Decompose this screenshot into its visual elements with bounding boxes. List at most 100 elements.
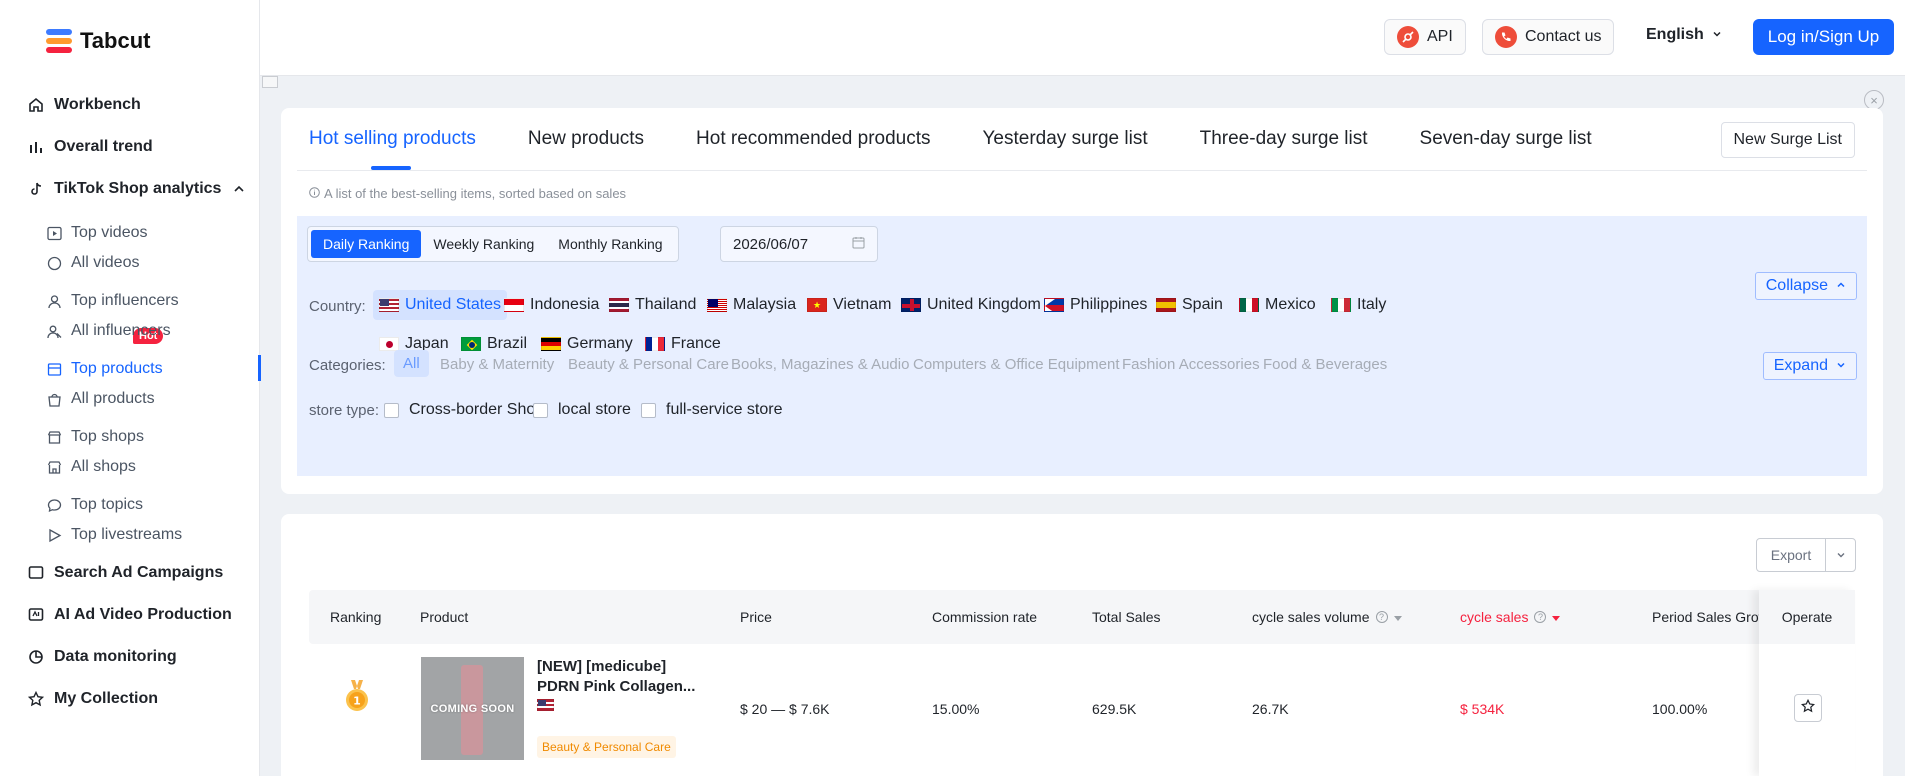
country-name: United Kingdom: [927, 296, 1041, 313]
user-icon: [46, 293, 62, 309]
sidebar-item-tiktok-shop-analytics[interactable]: TikTok Shop analytics: [28, 180, 247, 198]
collapse-label: Collapse: [1765, 277, 1828, 294]
sidebar-item-label: Top topics: [71, 496, 144, 513]
column-period-sales-growth: Period Sales Grow: [1652, 609, 1769, 625]
country-name: Spain: [1182, 296, 1223, 313]
country-spain[interactable]: Spain: [1150, 290, 1229, 320]
play-icon: [46, 527, 62, 543]
sidebar-item-workbench[interactable]: Workbench: [28, 96, 141, 114]
country-italy[interactable]: Italy: [1325, 290, 1392, 320]
country-name: Italy: [1357, 296, 1387, 313]
logo[interactable]: Tabcut: [46, 28, 150, 54]
country-name: United States: [405, 296, 502, 313]
tab-yesterday-surge-list[interactable]: Yesterday surge list: [983, 108, 1148, 170]
category-computers-office[interactable]: Computers & Office Equipment: [913, 356, 1119, 373]
checkbox[interactable]: [533, 402, 548, 418]
category-food-beverages[interactable]: Food & Beverages: [1263, 356, 1387, 373]
export-button[interactable]: Export: [1756, 538, 1856, 572]
sidebar-item-data-monitoring[interactable]: Data monitoring: [28, 648, 177, 666]
us-flag-icon: [537, 699, 554, 711]
tab-hot-selling-products[interactable]: Hot selling products: [309, 108, 476, 170]
banner-image: [262, 76, 278, 88]
weekly-ranking-button[interactable]: Weekly Ranking: [421, 230, 546, 258]
vn-flag-icon: ★: [807, 298, 827, 312]
category-baby-maternity[interactable]: Baby & Maternity: [440, 356, 554, 373]
tab-hot-recommended-products[interactable]: Hot recommended products: [696, 108, 930, 170]
country-united-kingdom[interactable]: United Kingdom: [895, 290, 1047, 320]
tab-new-products[interactable]: New products: [528, 108, 644, 170]
close-icon[interactable]: ×: [1864, 90, 1884, 110]
ranking-period-toggle: Daily Ranking Weekly Ranking Monthly Ran…: [307, 226, 679, 262]
store-type-full-service[interactable]: full-service store: [641, 401, 782, 419]
sidebar-item-my-collection[interactable]: My Collection: [28, 690, 158, 708]
shop-icon: [46, 429, 62, 445]
product-table-panel: Export Ranking Product Price Commission …: [281, 514, 1883, 776]
language-selector[interactable]: English: [1646, 26, 1722, 44]
store-type-local[interactable]: local store: [533, 401, 631, 419]
category-fashion-accessories[interactable]: Fashion Accessories: [1122, 356, 1260, 373]
product-name[interactable]: [NEW] [medicube] PDRN Pink Collagen...: [537, 657, 713, 697]
country-vietnam[interactable]: ★ Vietnam: [801, 290, 897, 320]
de-flag-icon: [541, 337, 561, 351]
sort-down-icon[interactable]: [1552, 609, 1561, 625]
svg-text:1: 1: [353, 695, 361, 708]
api-button[interactable]: API: [1384, 19, 1466, 55]
sidebar-item-top-topics[interactable]: Top topics: [46, 496, 143, 514]
sidebar-item-overall-trend[interactable]: Overall trend: [28, 138, 153, 156]
expand-button[interactable]: Expand: [1762, 352, 1857, 380]
sidebar-item-all-influencers[interactable]: All influencers: [46, 322, 171, 340]
category-books-magazines-audio[interactable]: Books, Magazines & Audio: [731, 356, 909, 373]
country-malaysia[interactable]: Malaysia: [701, 290, 802, 320]
column-cycle-sales[interactable]: cycle sales ?: [1460, 590, 1561, 644]
sidebar-item-all-videos[interactable]: All videos: [46, 254, 139, 272]
category-all[interactable]: All: [394, 350, 429, 377]
circle-icon: [46, 255, 62, 271]
sidebar-item-top-influencers[interactable]: Top influencers: [46, 292, 179, 310]
date-picker[interactable]: 2026/06/07: [720, 226, 878, 262]
help-icon[interactable]: ?: [1534, 611, 1547, 623]
country-name: Philippines: [1070, 296, 1148, 313]
new-surge-list-button[interactable]: New Surge List: [1720, 122, 1855, 158]
calendar-icon: [852, 236, 865, 253]
country-brazil[interactable]: Brazil: [455, 329, 533, 359]
country-thailand[interactable]: Thailand: [603, 290, 702, 320]
country-united-states[interactable]: United States: [373, 290, 508, 320]
sidebar-item-top-livestreams[interactable]: Top livestreams: [46, 526, 182, 544]
monthly-ranking-button[interactable]: Monthly Ranking: [546, 230, 674, 258]
ph-flag-icon: [1044, 298, 1064, 312]
sidebar: Tabcut Workbench Overall trend TikTok Sh…: [0, 0, 261, 776]
country-name: Brazil: [487, 335, 528, 352]
contact-us-button[interactable]: Contact us: [1482, 19, 1615, 55]
language-label: English: [1646, 26, 1704, 43]
sort-down-icon[interactable]: [1393, 609, 1402, 625]
column-cycle-sales-volume[interactable]: cycle sales volume ?: [1252, 590, 1402, 644]
checkbox[interactable]: [641, 402, 656, 418]
sidebar-item-top-products[interactable]: Top products: [46, 360, 163, 378]
favorite-button[interactable]: [1794, 694, 1822, 722]
country-france[interactable]: France: [639, 329, 727, 359]
collapse-button[interactable]: Collapse: [1754, 272, 1857, 300]
sidebar-item-top-videos[interactable]: Top videos: [46, 224, 148, 242]
country-mexico[interactable]: Mexico: [1233, 290, 1322, 320]
checkbox[interactable]: [384, 402, 399, 418]
store-type-cross-border[interactable]: Cross-border Shop: [384, 401, 544, 419]
sidebar-item-top-shops[interactable]: Top shops: [46, 428, 144, 446]
tab-three-day-surge-list[interactable]: Three-day surge list: [1200, 108, 1368, 170]
hint-label: A list of the best-selling items, sorted…: [324, 186, 627, 201]
sidebar-item-ai-ad-video-production[interactable]: AI Ad Video Production: [28, 606, 232, 624]
help-icon[interactable]: ?: [1375, 611, 1388, 623]
sidebar-item-all-products[interactable]: All products: [46, 390, 155, 408]
country-germany[interactable]: Germany: [535, 329, 639, 359]
country-indonesia[interactable]: Indonesia: [498, 290, 605, 320]
sidebar-item-search-ad-campaigns[interactable]: Search Ad Campaigns: [28, 564, 223, 582]
daily-ranking-button[interactable]: Daily Ranking: [311, 230, 422, 258]
country-philippines[interactable]: Philippines: [1038, 290, 1153, 320]
category-beauty-personal-care[interactable]: Beauty & Personal Care: [568, 356, 729, 373]
es-flag-icon: [1156, 298, 1176, 312]
product-thumbnail[interactable]: COMING SOON: [421, 657, 524, 760]
tab-seven-day-surge-list[interactable]: Seven-day surge list: [1420, 108, 1592, 170]
chevron-down-icon: [1712, 26, 1722, 44]
chevron-down-icon[interactable]: [1825, 539, 1855, 571]
sidebar-item-all-shops[interactable]: All shops: [46, 458, 136, 476]
login-signup-button[interactable]: Log in/Sign Up: [1753, 19, 1894, 55]
